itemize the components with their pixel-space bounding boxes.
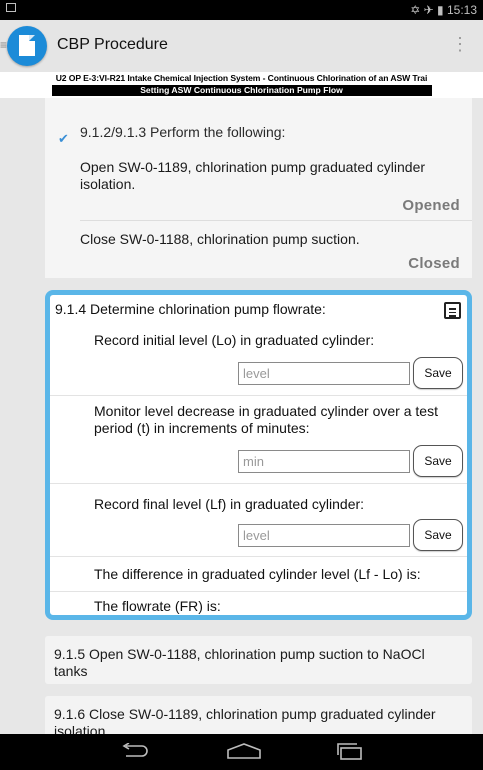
step-card-9-1-5[interactable]: 9.1.5 Open SW-0-1188, chlorination pump … — [45, 636, 472, 684]
step-text: 9.1.6 Close SW-0-1189, chlorination pump… — [54, 706, 436, 734]
signal-icon: ✡ — [410, 3, 421, 17]
save-button[interactable]: Save — [413, 445, 463, 477]
back-icon[interactable] — [120, 743, 150, 757]
clock: 15:13 — [446, 3, 477, 17]
app-bar: ≡ CBP Procedure ⋮ — [0, 20, 483, 72]
procedure-title: U2 OP E-3:VI-R21 Intake Chemical Injecti… — [55, 73, 428, 83]
recent-apps-icon[interactable] — [335, 742, 365, 760]
row-label: Record initial level (Lo) in graduated c… — [94, 332, 375, 348]
divider — [80, 220, 472, 221]
step-heading: 9.1.2/9.1.3 Perform the following: — [80, 124, 286, 140]
status-icons: ✡ ✈ ▮ 15:13 — [410, 3, 477, 17]
divider — [50, 591, 467, 592]
row-label: Monitor level decrease in graduated cyli… — [94, 403, 438, 436]
step-heading: 9.1.4 Determine chlorination pump flowra… — [55, 301, 326, 317]
step-status: Closed — [408, 255, 460, 272]
step-card-9-1-2[interactable]: ✔ 9.1.2/9.1.3 Perform the following: Ope… — [45, 98, 472, 278]
difference-label: The difference in graduated cylinder lev… — [94, 566, 421, 582]
screenshot-icon — [6, 3, 16, 12]
procedure-header: U2 OP E-3:VI-R21 Intake Chemical Injecti… — [0, 72, 483, 98]
app-logo[interactable] — [7, 26, 47, 66]
divider — [50, 483, 467, 484]
app-title: CBP Procedure — [57, 36, 168, 53]
document-icon — [19, 35, 35, 56]
checkmark-icon: ✔ — [58, 131, 69, 146]
final-level-input[interactable] — [238, 524, 410, 547]
step-card-9-1-6[interactable]: 9.1.6 Close SW-0-1189, chlorination pump… — [45, 696, 472, 734]
step-card-9-1-4-active[interactable]: 9.1.4 Determine chlorination pump flowra… — [45, 290, 472, 620]
notes-icon[interactable] — [444, 302, 461, 319]
divider — [50, 556, 467, 557]
battery-icon: ▮ — [437, 3, 444, 17]
overflow-menu-icon[interactable]: ⋮ — [451, 34, 469, 54]
home-icon[interactable] — [226, 742, 262, 760]
step-item-text: Open SW-0-1189, chlorination pump gradua… — [80, 159, 426, 192]
procedure-content[interactable]: ✔ 9.1.2/9.1.3 Perform the following: Ope… — [0, 98, 483, 734]
navigation-bar — [0, 734, 483, 770]
save-button[interactable]: Save — [413, 357, 463, 389]
initial-level-input[interactable] — [238, 362, 410, 385]
row-label: Record final level (Lf) in graduated cyl… — [94, 496, 365, 512]
drawer-icon[interactable]: ≡ — [0, 38, 7, 52]
section-title: Setting ASW Continuous Chlorination Pump… — [51, 85, 432, 96]
save-button[interactable]: Save — [413, 519, 463, 551]
step-status: Opened — [402, 197, 460, 214]
status-bar: ✡ ✈ ▮ 15:13 — [0, 0, 483, 20]
step-item-text: Close SW-0-1188, chlorination pump sucti… — [80, 231, 360, 247]
step-text: 9.1.5 Open SW-0-1188, chlorination pump … — [54, 646, 425, 679]
test-period-input[interactable] — [238, 450, 410, 473]
airplane-icon: ✈ — [423, 3, 434, 17]
divider — [50, 395, 467, 396]
flowrate-label: The flowrate (FR) is: — [94, 598, 221, 614]
